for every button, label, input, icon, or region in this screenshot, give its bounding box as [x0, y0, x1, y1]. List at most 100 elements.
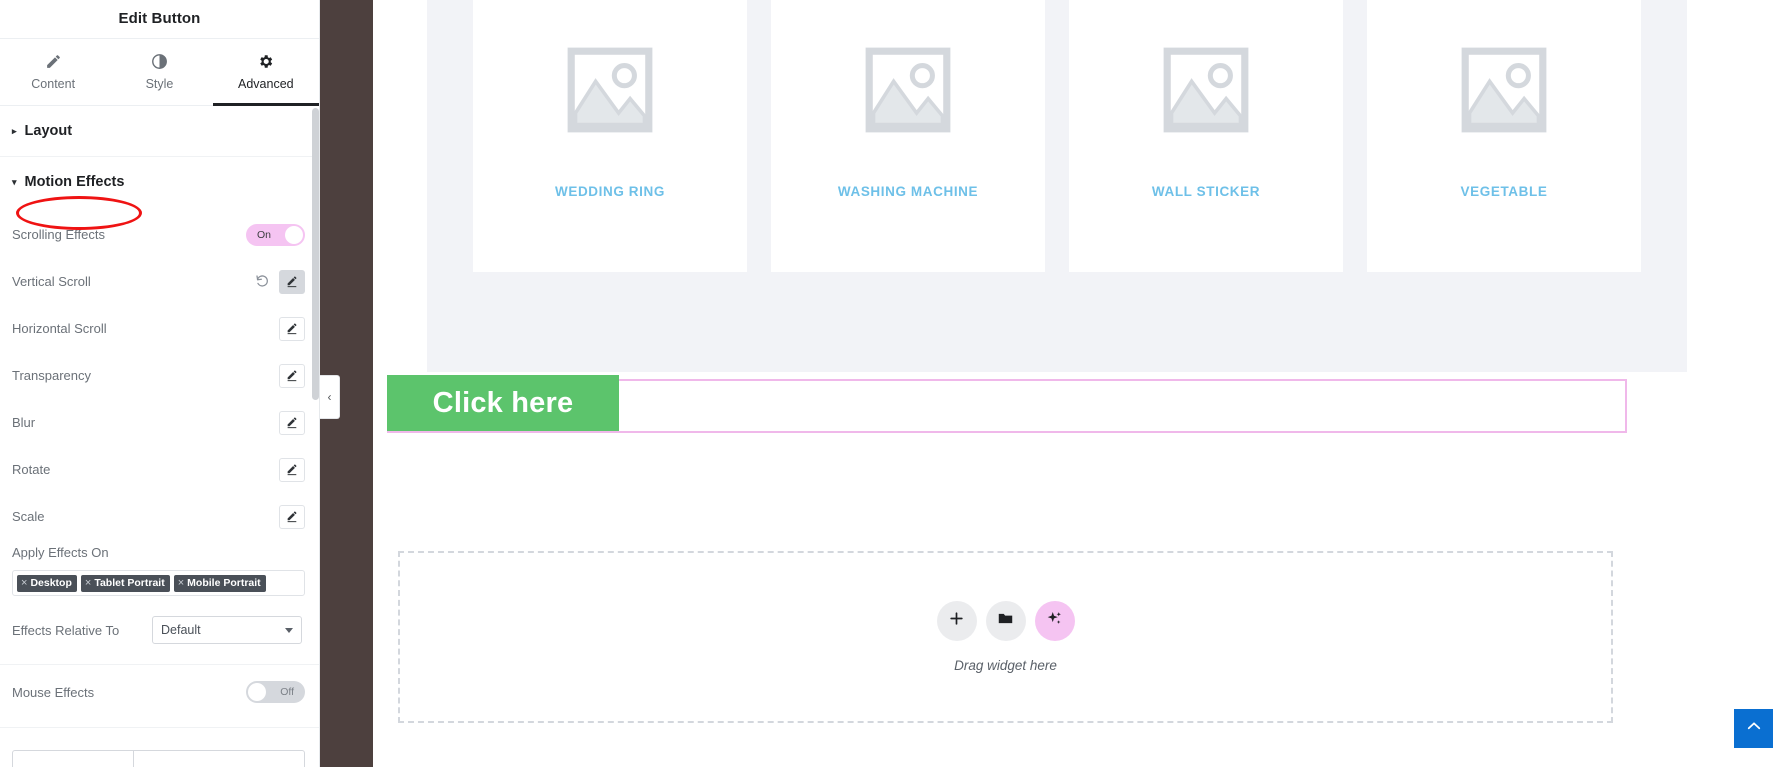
remove-tag-icon[interactable]: ×: [178, 577, 184, 589]
field-separator: [133, 751, 134, 767]
blur-label: Blur: [12, 415, 36, 430]
add-template-button[interactable]: [985, 601, 1026, 641]
row-transparency: Transparency: [0, 352, 319, 399]
apply-effects-on-input[interactable]: × Desktop × Tablet Portrait × Mobile Por…: [12, 570, 305, 596]
toggle-knob: [248, 683, 266, 701]
tab-style[interactable]: Style: [106, 39, 212, 105]
mouse-effects-toggle[interactable]: Off: [246, 681, 305, 703]
toggle-knob: [285, 225, 303, 244]
chevron-up-icon: [1745, 717, 1763, 740]
row-rotate: Rotate: [0, 446, 319, 493]
row-mouse-effects: Mouse Effects Off: [0, 665, 319, 719]
chevron-right-icon: ▸: [12, 125, 17, 136]
product-title: VEGETABLE: [1460, 184, 1548, 199]
chevron-down-icon: ▾: [12, 176, 17, 187]
contrast-icon: [151, 53, 168, 70]
panel-tabs: Content Style Advanced: [0, 38, 319, 106]
tag-tablet-portrait-label: Tablet Portrait: [94, 576, 165, 589]
editor-canvas: WEDDING RING WASHING MACHINE WALL STICKE…: [373, 0, 1790, 767]
row-blur: Blur: [0, 399, 319, 446]
section-layout[interactable]: ▸ Layout: [0, 106, 319, 157]
products-section: WEDDING RING WASHING MACHINE WALL STICKE…: [427, 0, 1687, 372]
chevron-left-icon: ‹: [327, 390, 332, 404]
tab-advanced[interactable]: Advanced: [212, 39, 319, 106]
transparency-label: Transparency: [12, 368, 91, 383]
vertical-scroll-label: Vertical Scroll: [12, 274, 91, 289]
tab-content[interactable]: Content: [0, 39, 106, 105]
effects-relative-to-value: Default: [161, 623, 201, 637]
product-card[interactable]: WALL STICKER: [1069, 0, 1343, 272]
section-motion-effects[interactable]: ▾ Motion Effects: [0, 157, 319, 207]
vertical-scroll-edit-button[interactable]: [279, 269, 305, 294]
click-here-button[interactable]: Click here: [387, 375, 619, 431]
scrolling-effects-toggle[interactable]: On: [246, 223, 305, 246]
scale-edit-button[interactable]: [279, 504, 305, 529]
sparkle-ai-icon: [1046, 610, 1063, 632]
product-title: WEDDING RING: [555, 184, 665, 199]
edit-button-panel: Edit Button Content Style Advanced ▸ Lay…: [0, 0, 320, 767]
products-row: WEDDING RING WASHING MACHINE WALL STICKE…: [427, 0, 1687, 272]
tag-desktop-label: Desktop: [30, 576, 72, 589]
row-scrolling-effects: Scrolling Effects On: [0, 211, 319, 258]
gear-icon: [257, 53, 274, 70]
drop-zone-label: Drag widget here: [954, 658, 1057, 673]
blur-edit-button[interactable]: [279, 410, 305, 435]
tag-mobile-portrait[interactable]: × Mobile Portrait: [173, 574, 266, 592]
tab-advanced-label: Advanced: [238, 77, 294, 91]
product-card[interactable]: VEGETABLE: [1367, 0, 1641, 272]
ai-generate-button[interactable]: [1034, 601, 1075, 641]
panel-scrollbar[interactable]: [312, 108, 319, 767]
editor-root: Edit Button Content Style Advanced ▸ Lay…: [0, 0, 1790, 767]
product-card[interactable]: WEDDING RING: [473, 0, 747, 272]
panel-collapse-handle[interactable]: ‹: [320, 375, 340, 419]
remove-tag-icon[interactable]: ×: [85, 577, 91, 589]
tag-mobile-portrait-label: Mobile Portrait: [187, 576, 261, 589]
plus-icon: [948, 610, 965, 632]
apply-effects-on-label: Apply Effects On: [12, 545, 109, 560]
product-title: WALL STICKER: [1151, 184, 1261, 199]
add-widget-button[interactable]: [936, 601, 977, 641]
mouse-effects-state: Off: [280, 686, 294, 698]
image-placeholder-icon: [1160, 44, 1252, 136]
effects-relative-to-select[interactable]: Default: [152, 616, 302, 644]
horizontal-scroll-label: Horizontal Scroll: [12, 321, 107, 336]
reset-icon[interactable]: [254, 274, 270, 290]
tab-style-label: Style: [145, 77, 174, 91]
button-widget-container[interactable]: Click here: [387, 375, 1627, 433]
image-placeholder-icon: [862, 44, 954, 136]
scale-label: Scale: [12, 509, 45, 524]
remove-tag-icon[interactable]: ×: [21, 577, 27, 589]
section-motion-effects-label: Motion Effects: [24, 174, 125, 190]
mouse-effects-label: Mouse Effects: [12, 684, 95, 700]
product-title: WASHING MACHINE: [837, 184, 979, 199]
rotate-edit-button[interactable]: [279, 457, 305, 482]
tag-tablet-portrait[interactable]: × Tablet Portrait: [80, 574, 170, 592]
folder-icon: [997, 610, 1014, 632]
apply-effects-on-field: Apply Effects On × Desktop × Tablet Port…: [0, 540, 319, 596]
scroll-to-top-button[interactable]: [1734, 709, 1773, 748]
image-placeholder-icon: [564, 44, 656, 136]
row-vertical-scroll: Vertical Scroll: [0, 258, 319, 305]
row-scale: Scale: [0, 493, 319, 540]
tag-desktop[interactable]: × Desktop: [17, 574, 77, 592]
drop-zone-buttons: [936, 601, 1075, 641]
section-layout-label: Layout: [24, 123, 73, 139]
drag-widget-drop-zone[interactable]: Drag widget here: [398, 551, 1613, 723]
scrolling-effects-state: On: [257, 228, 272, 241]
horizontal-scroll-edit-button[interactable]: [279, 316, 305, 341]
scrolling-effects-label: Scrolling Effects: [12, 227, 105, 242]
pencil-icon: [45, 53, 62, 70]
transparency-edit-button[interactable]: [279, 363, 305, 388]
motion-effects-controls: Scrolling Effects On Vertical Scroll Hor…: [0, 207, 319, 767]
product-card[interactable]: WASHING MACHINE: [771, 0, 1045, 272]
divider: [0, 727, 319, 728]
row-effects-relative-to: Effects Relative To Default: [0, 604, 319, 656]
partial-field-below[interactable]: [12, 750, 305, 767]
chevron-down-icon: [285, 627, 293, 633]
image-placeholder-icon: [1458, 44, 1550, 136]
tab-content-label: Content: [31, 77, 76, 91]
panel-scrollbar-thumb[interactable]: [312, 108, 319, 400]
panel-title: Edit Button: [118, 10, 201, 27]
row-horizontal-scroll: Horizontal Scroll: [0, 305, 319, 352]
rotate-label: Rotate: [12, 462, 51, 477]
